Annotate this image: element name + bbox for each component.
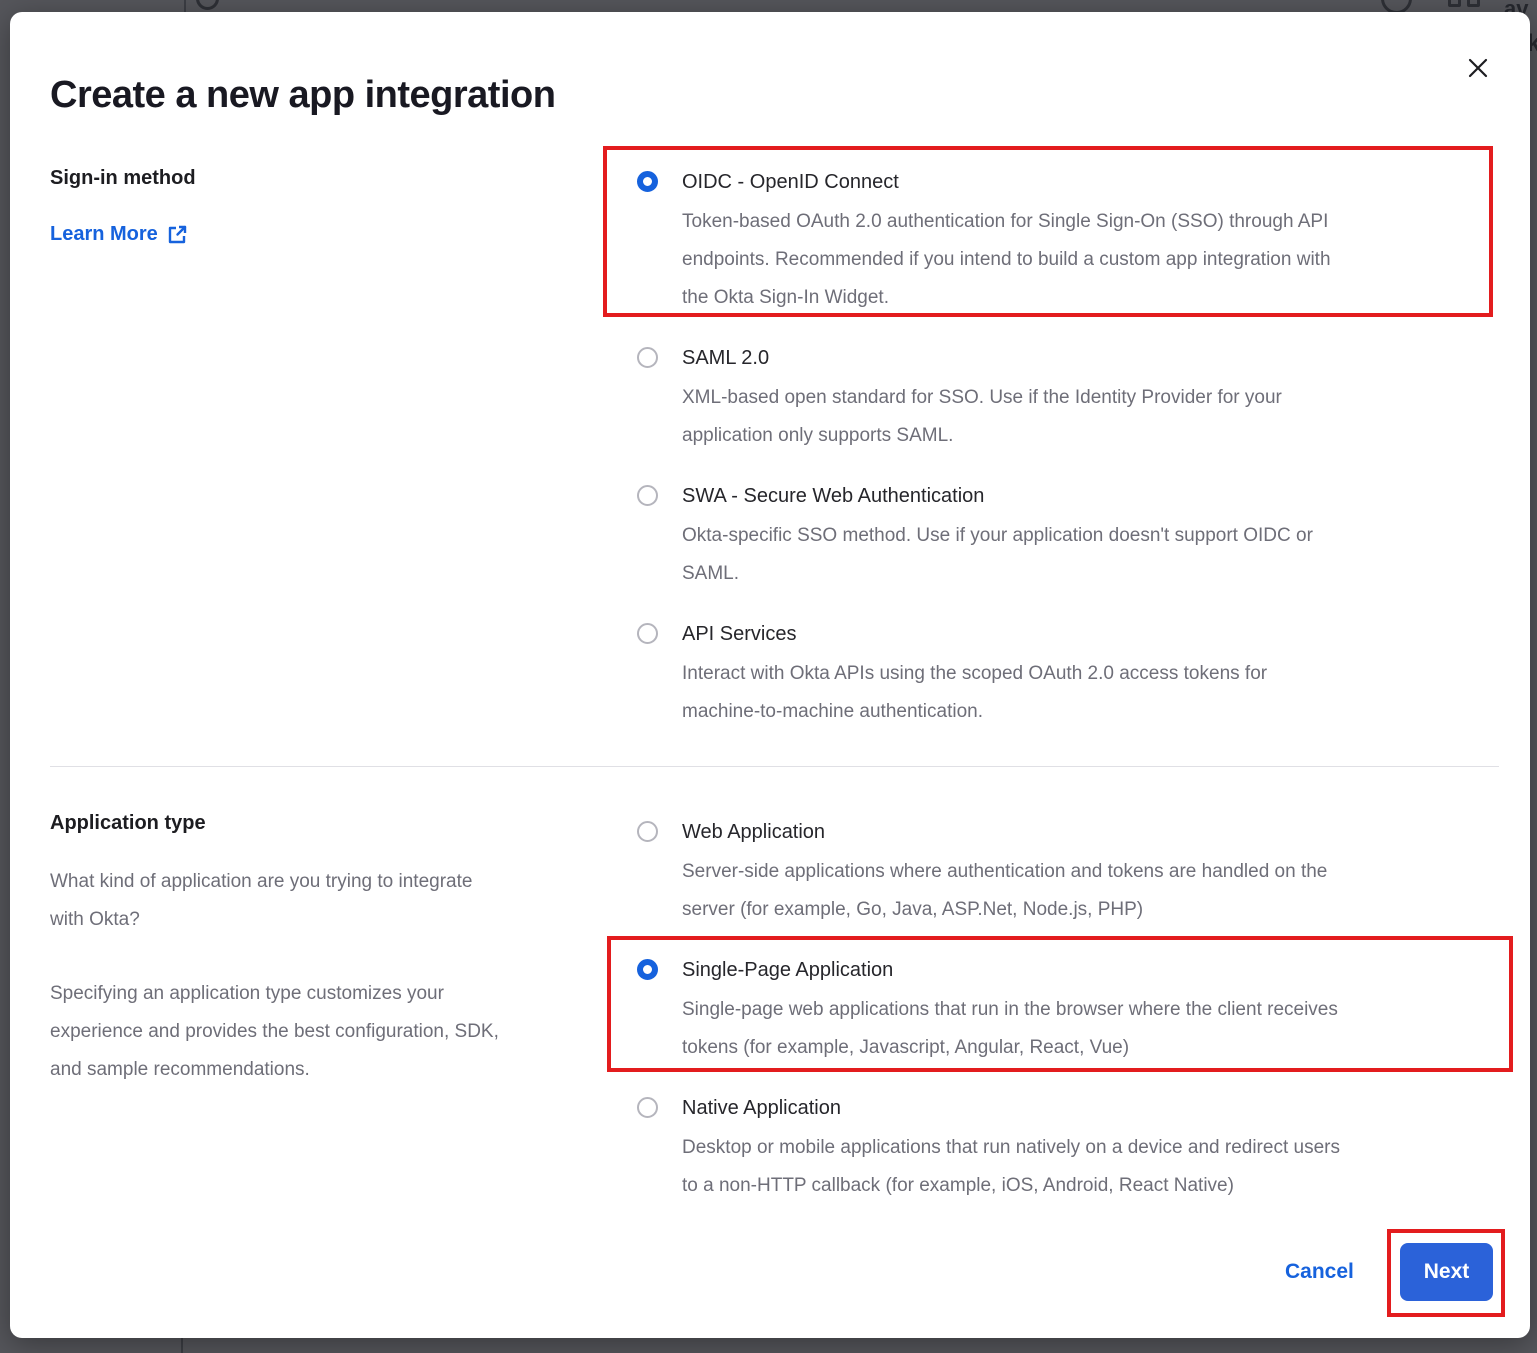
apps-grid-icon [1467,0,1480,7]
search-icon [196,0,219,10]
radio-unselected-icon[interactable] [637,485,658,506]
radio-option-api-services[interactable]: API Services Interact with Okta APIs usi… [637,619,1517,731]
option-description: Server-side applications where authentic… [682,853,1327,929]
option-description: Token-based OAuth 2.0 authentication for… [682,203,1331,317]
signin-method-section: Sign-in method Learn More [50,167,610,246]
option-description: Desktop or mobile applications that run … [682,1129,1340,1205]
option-label: Single-Page Application [682,955,1338,985]
option-label: Web Application [682,817,1327,847]
application-type-explainer: Specifying an application type customize… [50,975,610,1089]
signin-method-options: OIDC - OpenID Connect Token-based OAuth … [637,167,1517,757]
learn-more-label: Learn More [50,223,158,246]
radio-option-saml[interactable]: SAML 2.0 XML-based open standard for SSO… [637,343,1517,455]
option-description: Okta-specific SSO method. Use if your ap… [682,517,1313,593]
apps-grid-icon [1448,0,1461,7]
application-type-heading: Application type [50,812,610,835]
application-type-options: Web Application Server-side applications… [637,817,1517,1231]
radio-selected-icon[interactable] [637,171,658,192]
radio-option-single-page-application[interactable]: Single-Page Application Single-page web … [637,955,1517,1067]
option-description: XML-based open standard for SSO. Use if … [682,379,1282,455]
backdrop-sidebar-line [184,0,186,12]
radio-option-swa[interactable]: SWA - Secure Web Authentication Okta-spe… [637,481,1517,593]
learn-more-link[interactable]: Learn More [50,223,188,246]
dialog-title: Create a new app integration [50,74,555,117]
radio-option-oidc[interactable]: OIDC - OpenID Connect Token-based OAuth … [637,167,1517,317]
cancel-button[interactable]: Cancel [1285,1260,1354,1284]
create-app-integration-dialog: Create a new app integration Sign-in met… [10,12,1530,1338]
backdrop-sidebar-line [181,1338,183,1353]
radio-selected-icon[interactable] [637,959,658,980]
radio-unselected-icon[interactable] [637,347,658,368]
option-label: SWA - Secure Web Authentication [682,481,1313,511]
radio-unselected-icon[interactable] [637,1097,658,1118]
option-label: OIDC - OpenID Connect [682,167,1331,197]
section-divider [50,766,1499,767]
external-link-icon [167,224,188,245]
radio-option-native-application[interactable]: Native Application Desktop or mobile app… [637,1093,1517,1205]
close-icon [1468,58,1488,78]
option-label: SAML 2.0 [682,343,1282,373]
next-button[interactable]: Next [1400,1243,1493,1301]
application-type-section: Application type What kind of applicatio… [50,812,610,1089]
radio-unselected-icon[interactable] [637,623,658,644]
close-button[interactable] [1462,52,1494,84]
signin-method-heading: Sign-in method [50,167,610,190]
option-label: API Services [682,619,1267,649]
option-description: Single-page web applications that run in… [682,991,1338,1067]
option-description: Interact with Okta APIs using the scoped… [682,655,1267,731]
option-label: Native Application [682,1093,1340,1123]
radio-unselected-icon[interactable] [637,821,658,842]
application-type-question: What kind of application are you trying … [50,863,610,939]
radio-option-web-application[interactable]: Web Application Server-side applications… [637,817,1517,929]
